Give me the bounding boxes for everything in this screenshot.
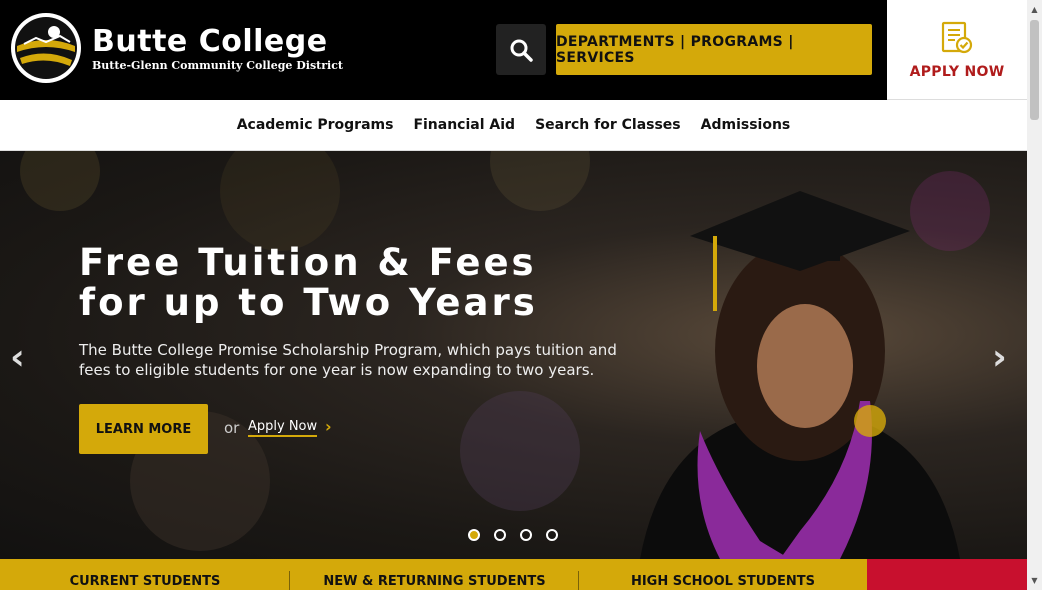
nav-item-admissions[interactable]: Admissions — [701, 117, 791, 133]
search-button[interactable] — [496, 24, 546, 75]
audience-tabs: CURRENT STUDENTS NEW & RETURNING STUDENT… — [0, 559, 1027, 590]
nav-item-financial-aid[interactable]: Financial Aid — [413, 117, 515, 133]
tab-label: CURRENT STUDENTS — [69, 574, 221, 589]
carousel-dot-1[interactable] — [468, 529, 480, 541]
scroll-down-icon[interactable]: ▼ — [1027, 573, 1042, 588]
nav-item-search-for-classes[interactable]: Search for Classes — [535, 117, 681, 133]
apply-now-button[interactable]: APPLY NOW — [887, 0, 1027, 100]
brand: Butte College Butte-Glenn Community Coll… — [92, 23, 343, 72]
apply-form-icon — [941, 21, 973, 53]
college-seal-icon — [11, 13, 81, 83]
tab-high-school-students[interactable]: HIGH SCHOOL STUDENTS — [579, 559, 867, 590]
chevron-right-icon: › — [992, 337, 1007, 378]
carousel-dots — [468, 529, 558, 541]
departments-programs-services-button[interactable]: DEPARTMENTS | PROGRAMS | SERVICES — [556, 24, 872, 75]
hero-title: Free Tuition & Fees for up to Two Years — [79, 243, 538, 323]
carousel-dot-2[interactable] — [494, 529, 506, 541]
carousel-dot-3[interactable] — [520, 529, 532, 541]
carousel-prev-button[interactable]: ‹ — [10, 337, 25, 378]
carousel-next-button[interactable]: › — [992, 337, 1007, 378]
learn-more-button[interactable]: LEARN MORE — [79, 404, 208, 454]
main-nav: Academic Programs Financial Aid Search f… — [0, 100, 1027, 151]
tab-label: NEW & RETURNING STUDENTS — [323, 574, 546, 589]
brand-name: Butte College — [92, 23, 328, 59]
brand-subtitle: Butte-Glenn Community College District — [92, 58, 343, 72]
hero-title-line-1: Free Tuition & Fees — [79, 241, 537, 284]
apply-now-link[interactable]: Apply Now — [248, 419, 318, 437]
search-icon — [510, 39, 533, 62]
chevron-left-icon: ‹ — [10, 337, 25, 378]
tab-red-block[interactable] — [867, 559, 1027, 590]
tab-label: HIGH SCHOOL STUDENTS — [630, 574, 816, 589]
chevron-right-small-icon: › — [325, 417, 332, 436]
scroll-thumb[interactable] — [1030, 20, 1039, 120]
apply-now-label: APPLY NOW — [909, 63, 1005, 80]
hero-title-line-2: for up to Two Years — [79, 281, 538, 324]
tab-new-returning-students[interactable]: NEW & RETURNING STUDENTS — [290, 559, 579, 590]
page-scrollbar[interactable]: ▲ ▼ — [1027, 0, 1042, 590]
carousel-dot-4[interactable] — [546, 529, 558, 541]
hero-description: The Butte College Promise Scholarship Pr… — [79, 341, 617, 379]
site-header: Butte College Butte-Glenn Community Coll… — [0, 0, 887, 100]
hero-carousel: Free Tuition & Fees for up to Two Years … — [0, 151, 1027, 559]
logo-link[interactable]: Butte College Butte-Glenn Community Coll… — [10, 12, 343, 84]
scroll-up-icon[interactable]: ▲ — [1027, 2, 1042, 17]
nav-item-academic-programs[interactable]: Academic Programs — [237, 117, 394, 133]
tab-current-students[interactable]: CURRENT STUDENTS — [0, 559, 290, 590]
or-text: or — [224, 419, 240, 437]
